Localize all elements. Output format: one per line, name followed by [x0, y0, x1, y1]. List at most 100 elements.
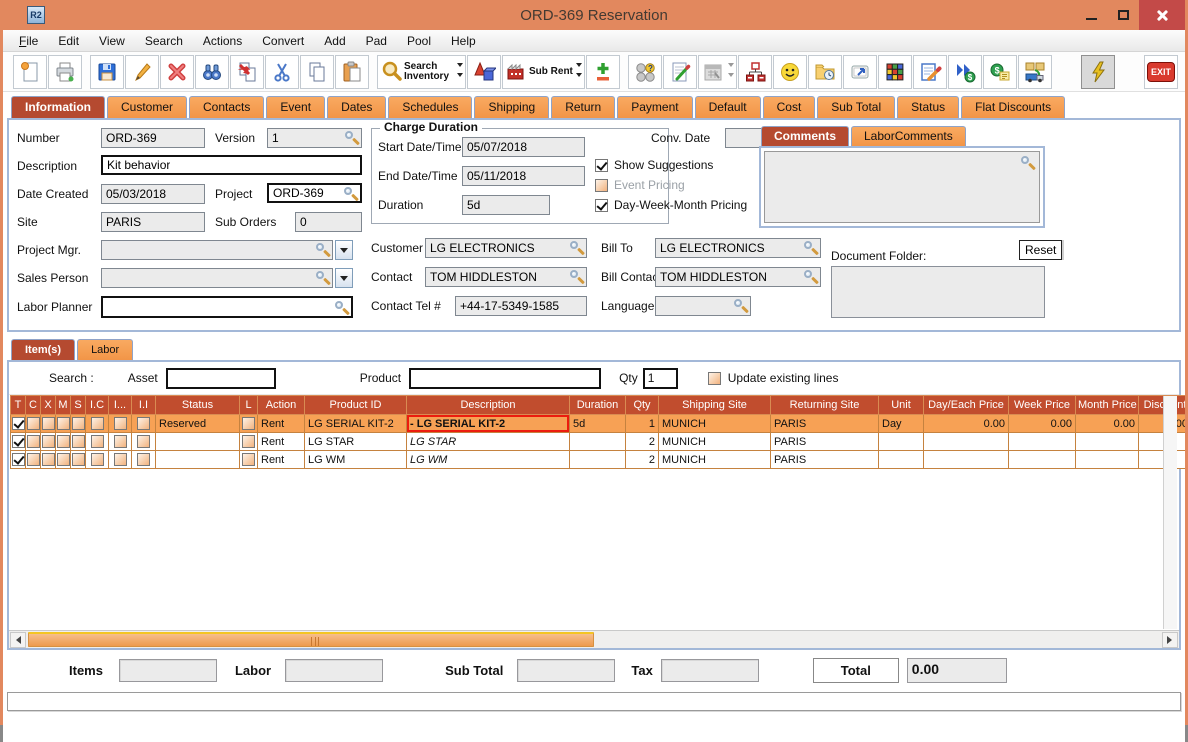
tab-default[interactable]: Default [694, 96, 761, 118]
row-checkbox-l[interactable] [242, 435, 255, 448]
transfer-truck-button[interactable] [1017, 54, 1052, 89]
row-checkbox-ii[interactable] [137, 417, 150, 430]
edit-button[interactable] [125, 54, 159, 89]
cut-button[interactable] [265, 54, 299, 89]
comments-field[interactable] [764, 151, 1040, 223]
contact-field[interactable]: TOM HIDDLESTON [425, 267, 587, 287]
qty-input[interactable]: 1 [642, 367, 678, 389]
tab-sub-total[interactable]: Sub Total [817, 96, 896, 118]
calendar-button[interactable] [697, 54, 737, 89]
delete-button[interactable] [160, 54, 194, 89]
menu-actions[interactable]: Actions [193, 32, 252, 50]
bill-to-search-icon[interactable] [803, 240, 819, 255]
comments-search-icon[interactable] [1020, 155, 1036, 170]
menu-add[interactable]: Add [314, 32, 355, 50]
scrollbar-thumb[interactable] [28, 632, 594, 647]
menu-search[interactable]: Search [135, 32, 193, 50]
kit-blocks-button[interactable] [877, 54, 912, 89]
menu-view[interactable]: View [89, 32, 135, 50]
shapes-button[interactable] [467, 54, 501, 89]
sales-person-field[interactable] [101, 268, 333, 288]
search-inventory-dropdown-icon[interactable] [457, 63, 463, 80]
row-checkbox-t[interactable] [11, 453, 25, 466]
menu-edit[interactable]: Edit [48, 32, 89, 50]
menu-pool[interactable]: Pool [397, 32, 441, 50]
table-row[interactable]: Rent LG WM LG WM 2 MUNICH PARIS [10, 450, 1185, 469]
menu-help[interactable]: Help [441, 32, 486, 50]
charges-notes-button[interactable]: $ [982, 54, 1017, 89]
row-checkbox-x[interactable] [41, 453, 55, 466]
description-field[interactable]: Kit behavior [101, 155, 362, 175]
tab-comments[interactable]: Comments [761, 126, 850, 146]
row-checkbox-x[interactable] [41, 417, 55, 430]
row-checkbox-l[interactable] [242, 453, 255, 466]
document-folder-field[interactable] [831, 266, 1045, 318]
contact-search-icon[interactable] [569, 269, 585, 284]
copy-button[interactable] [300, 54, 334, 89]
project-mgr-dropdown-button[interactable] [335, 240, 353, 260]
maximize-button[interactable] [1107, 0, 1139, 30]
tab-schedules[interactable]: Schedules [388, 96, 473, 118]
minimize-button[interactable] [1075, 0, 1107, 30]
bill-contact-search-icon[interactable] [803, 269, 819, 284]
new-document-button[interactable] [13, 54, 47, 89]
event-pricing-checkbox[interactable]: Event Pricing [595, 178, 685, 192]
forward-charges-button[interactable]: $ [947, 54, 982, 89]
row-checkbox-i[interactable] [113, 417, 127, 430]
row-checkbox-x[interactable] [41, 435, 55, 448]
row-checkbox-s[interactable] [71, 417, 85, 430]
contact-tel-field[interactable]: +44-17-5349-1585 [455, 296, 587, 316]
labor-planner-search-icon[interactable] [334, 300, 350, 315]
notes-button[interactable] [662, 54, 697, 89]
tab-labor[interactable]: Labor [77, 339, 134, 360]
update-lines-checkbox[interactable] [707, 371, 721, 385]
menu-pad[interactable]: Pad [356, 32, 397, 50]
start-date-field[interactable]: 05/07/2018 [462, 137, 585, 157]
row-checkbox-s[interactable] [71, 453, 85, 466]
print-button[interactable] [48, 54, 82, 89]
row-checkbox-ic[interactable] [90, 417, 104, 430]
sales-person-search-icon[interactable] [315, 270, 331, 285]
tab-shipping[interactable]: Shipping [474, 96, 550, 118]
dwm-pricing-checkbox[interactable]: Day-Week-Month Pricing [595, 198, 747, 212]
vertical-scrollbar[interactable] [1163, 396, 1177, 629]
quick-mode-button[interactable] [1080, 54, 1115, 89]
version-field[interactable]: 1 [267, 128, 362, 148]
edit-notes-button[interactable] [912, 54, 947, 89]
labor-planner-field[interactable] [101, 296, 353, 318]
menu-convert[interactable]: Convert [252, 32, 314, 50]
tab-flat-discounts[interactable]: Flat Discounts [961, 96, 1066, 118]
scroll-right-button[interactable] [1162, 632, 1178, 648]
tab-return[interactable]: Return [551, 96, 616, 118]
row-checkbox-c[interactable] [26, 453, 40, 466]
find-button[interactable] [195, 54, 229, 89]
paste-button[interactable] [335, 54, 369, 89]
tab-items[interactable]: Item(s) [11, 339, 76, 360]
row-checkbox-ic[interactable] [90, 435, 104, 448]
version-search-icon[interactable] [344, 130, 360, 145]
sub-rent-button[interactable]: Sub Rent [502, 54, 585, 89]
row-checkbox-l[interactable] [242, 417, 255, 430]
row-checkbox-t[interactable] [11, 417, 25, 430]
language-search-icon[interactable] [733, 298, 749, 313]
row-checkbox-s[interactable] [71, 435, 85, 448]
project-search-icon[interactable] [343, 186, 359, 201]
tab-payment[interactable]: Payment [617, 96, 693, 118]
reset-button[interactable]: Reset [1019, 240, 1063, 260]
product-search-input[interactable] [409, 367, 602, 389]
tab-customer[interactable]: Customer [107, 96, 188, 118]
row-checkbox-m[interactable] [56, 435, 70, 448]
close-button[interactable] [1139, 0, 1185, 30]
tab-event[interactable]: Event [266, 96, 326, 118]
save-button[interactable] [90, 54, 124, 89]
row-checkbox-c[interactable] [26, 435, 40, 448]
menu-file[interactable]: File [9, 32, 48, 50]
asset-search-input[interactable] [165, 367, 276, 389]
table-row[interactable]: Reserved Rent LG SERIAL KIT-2 - LG SERIA… [10, 414, 1185, 433]
horizontal-scrollbar[interactable] [9, 630, 1179, 648]
number-field[interactable]: ORD-369 [101, 128, 205, 148]
table-row[interactable]: Rent LG STAR LG STAR 2 MUNICH PARIS [10, 432, 1185, 451]
site-field[interactable]: PARIS [101, 212, 205, 232]
sub-rent-dropdown-icon[interactable] [575, 63, 582, 80]
sales-person-dropdown-button[interactable] [335, 268, 353, 288]
